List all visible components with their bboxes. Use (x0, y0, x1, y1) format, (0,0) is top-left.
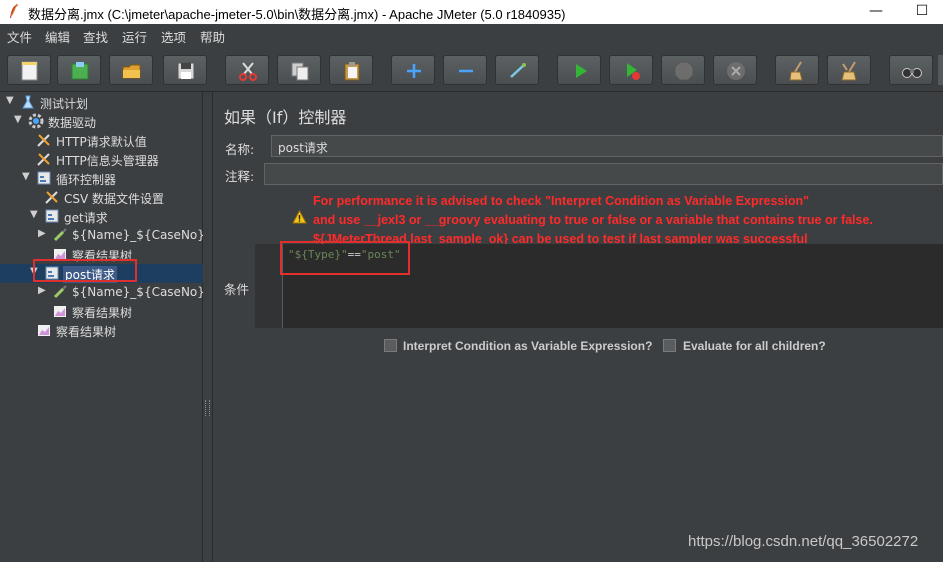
warning-icon (292, 210, 307, 224)
warning-line: and use __jexl3 or __groovy evaluating t… (313, 213, 873, 227)
templates-button[interactable] (57, 55, 101, 85)
tree-node-label: 察看结果树 (56, 325, 117, 339)
maximize-button[interactable]: ☐ (899, 0, 943, 24)
annotation-highlight-box (280, 241, 410, 275)
expand-arrow-icon[interactable]: ▼ (30, 209, 38, 220)
save-icon (177, 62, 195, 80)
tree-node-label: ${Name}_${CaseNo} (72, 228, 205, 242)
cut-button[interactable] (225, 55, 269, 85)
tree-node-label: 数据驱动 (48, 116, 97, 130)
menu-help[interactable]: 帮助 (200, 27, 225, 46)
tree-node-label: get请求 (64, 211, 108, 225)
clear-all-icon (841, 61, 857, 81)
clear-all-button[interactable] (827, 55, 871, 85)
splitter-grip-icon[interactable] (205, 400, 210, 416)
start-button[interactable] (557, 55, 601, 85)
paste-button[interactable] (329, 55, 373, 85)
listener-chart-icon (54, 306, 66, 317)
menu-run[interactable]: 运行 (122, 27, 147, 46)
listener-chart-icon (38, 325, 50, 336)
menu-edit[interactable]: 编辑 (45, 27, 70, 46)
config-wrench-icon (37, 134, 50, 147)
stop-icon (674, 61, 694, 81)
menu-options[interactable]: 选项 (161, 27, 186, 46)
expand-all-button[interactable] (391, 55, 435, 85)
window-titlebar: 数据分离.jmx (C:\jmeter\apache-jmeter-5.0\bi… (0, 0, 943, 24)
config-wrench-icon (45, 191, 58, 204)
evaluate-all-children-label[interactable]: Evaluate for all children? (683, 339, 826, 353)
comment-field[interactable] (264, 163, 943, 185)
copy-button[interactable] (277, 55, 321, 85)
shutdown-button[interactable] (713, 55, 757, 85)
save-button[interactable] (163, 55, 207, 85)
start-no-pauses-button[interactable] (609, 55, 653, 85)
expand-icon (407, 64, 421, 78)
toolbar-overflow (938, 55, 943, 85)
expand-arrow-icon[interactable]: ▼ (6, 95, 14, 106)
toolbar (0, 46, 943, 92)
menu-search[interactable]: 查找 (83, 27, 108, 46)
comment-label: 注释: (225, 169, 255, 184)
evaluate-all-children-checkbox[interactable] (663, 339, 676, 352)
interpret-condition-label[interactable]: Interpret Condition as Variable Expressi… (403, 339, 652, 353)
controller-icon (37, 171, 51, 185)
thread-group-gear-icon (28, 113, 44, 129)
menu-file[interactable]: 文件 (7, 27, 32, 46)
collapse-arrow-icon[interactable]: ▶ (38, 228, 46, 239)
test-plan-icon (22, 95, 34, 109)
tree-node-label: HTTP信息头管理器 (56, 154, 159, 168)
jmeter-feather-icon (10, 3, 18, 18)
toggle-button[interactable] (495, 55, 539, 85)
annotation-highlight-box (33, 259, 137, 282)
interpret-condition-checkbox[interactable] (384, 339, 397, 352)
search-icon (902, 68, 922, 78)
condition-label: 条件 (224, 282, 250, 297)
window-title: 数据分离.jmx (C:\jmeter\apache-jmeter-5.0\bi… (28, 7, 566, 22)
watermark: https://blog.csdn.net/qq_36502272 (688, 533, 919, 550)
panel-splitter[interactable] (203, 92, 213, 562)
shutdown-icon (727, 62, 745, 80)
collapse-arrow-icon[interactable]: ▶ (38, 285, 46, 296)
tree-node-label: HTTP请求默认值 (56, 135, 147, 149)
sampler-pipette-icon (53, 228, 67, 242)
new-icon (21, 61, 38, 81)
open-button[interactable] (109, 55, 153, 85)
toggle-icon (510, 63, 526, 78)
paste-icon (344, 62, 360, 81)
clear-icon (789, 61, 803, 81)
editor-gutter (255, 244, 283, 328)
tree-node-label: 察看结果树 (72, 306, 133, 320)
collapse-all-button[interactable] (443, 55, 487, 85)
minimize-button[interactable]: — (853, 0, 899, 24)
search-button[interactable] (889, 55, 933, 85)
page-title: 如果（If）控制器 (224, 108, 347, 127)
cut-icon (239, 62, 257, 81)
controller-icon (45, 209, 59, 223)
clear-button[interactable] (775, 55, 819, 85)
collapse-icon (459, 69, 473, 73)
new-button[interactable] (7, 55, 51, 85)
expand-arrow-icon[interactable]: ▼ (22, 171, 30, 182)
start-no-pause-icon (627, 63, 640, 80)
tree-node-label: 测试计划 (40, 97, 89, 111)
sampler-pipette-icon (53, 285, 67, 299)
name-label: 名称: (225, 142, 255, 157)
warning-line: For performance it is advised to check "… (313, 194, 810, 208)
tree-node-label: ${Name}_${CaseNo} (72, 285, 205, 299)
start-icon (576, 64, 587, 78)
stop-button[interactable] (661, 55, 705, 85)
open-icon (122, 64, 141, 79)
templates-icon (71, 62, 89, 80)
name-field[interactable]: post请求 (271, 135, 943, 157)
tree-node-label: 循环控制器 (56, 173, 117, 187)
config-wrench-icon (37, 153, 50, 166)
menu-bar: 文件 编辑 查找 运行 选项 帮助 (0, 24, 943, 46)
copy-icon (291, 62, 309, 81)
tree-node-label: CSV 数据文件设置 (64, 192, 165, 206)
expand-arrow-icon[interactable]: ▼ (14, 114, 22, 125)
